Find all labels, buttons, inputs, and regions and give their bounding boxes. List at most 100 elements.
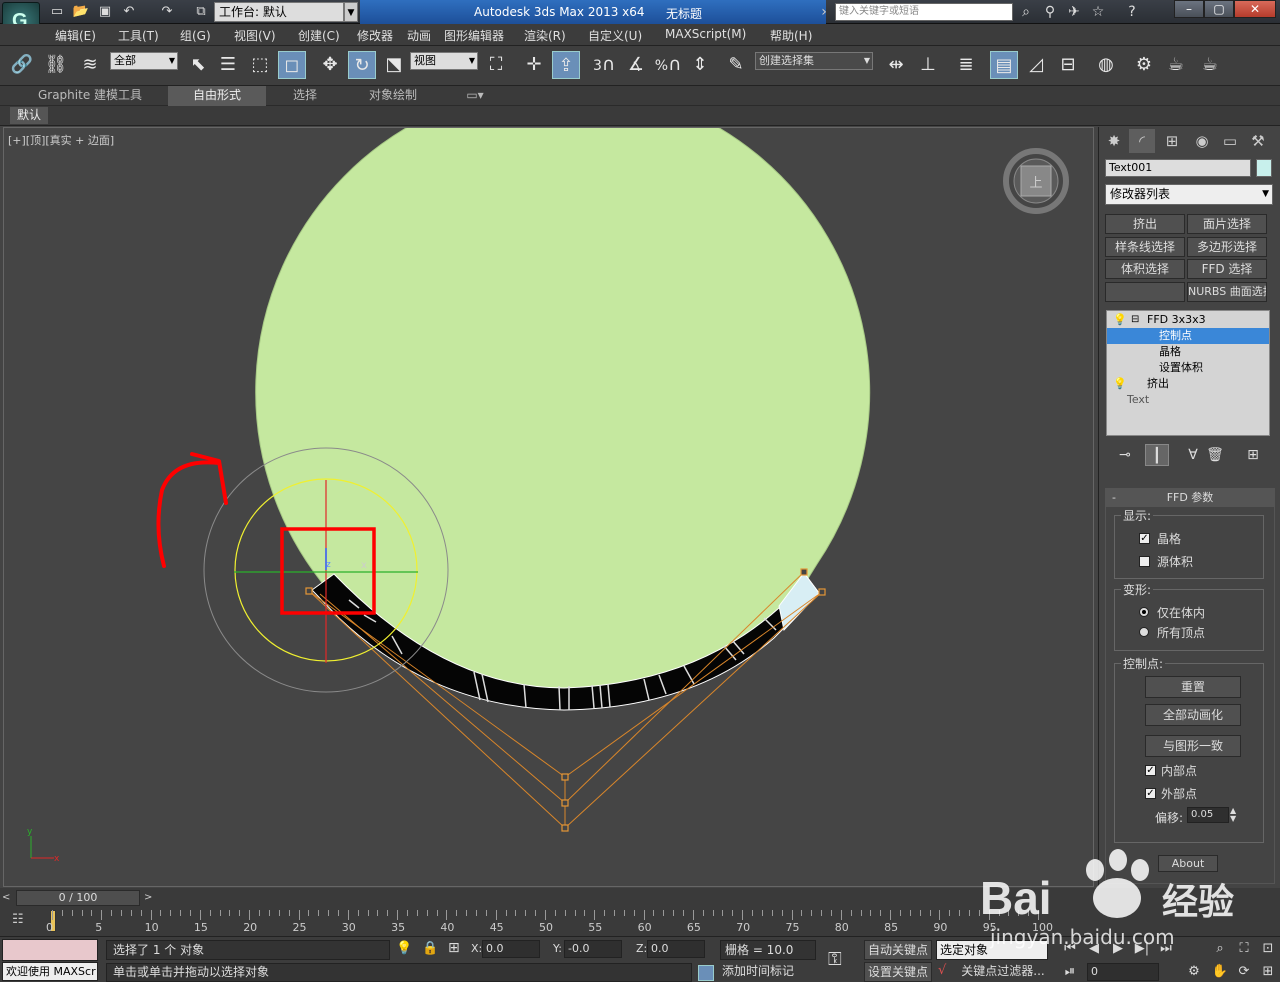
ribbon-default-button[interactable]: 默认 <box>10 107 48 124</box>
tab-freeform[interactable]: 自由形式 <box>168 86 266 106</box>
keyboard-shortcut-icon[interactable]: ⇪ <box>552 51 580 79</box>
animate-all-button[interactable]: 全部动画化 <box>1145 704 1241 726</box>
close-button[interactable]: ✕ <box>1234 0 1276 18</box>
all-vertices-radio[interactable] <box>1139 627 1149 637</box>
minimize-button[interactable]: – <box>1174 0 1204 18</box>
lock-icon[interactable]: 🔒 <box>422 941 438 956</box>
zoom-extents-icon[interactable]: ⛶ <box>1234 940 1254 958</box>
chevron-down-icon[interactable]: ▼ <box>344 2 358 22</box>
menu-modifiers[interactable]: 修改器 <box>357 27 393 44</box>
pin-stack-icon[interactable]: ⊸ <box>1113 444 1137 466</box>
prev-frame-arrow-icon[interactable]: < <box>2 890 14 906</box>
select-rotate-icon[interactable]: ↻ <box>348 51 376 79</box>
time-slider-thumb[interactable]: 0 / 100 <box>16 890 140 906</box>
project-folder-icon[interactable]: ⧉ <box>192 3 210 21</box>
save-file-icon[interactable]: ▣ <box>96 3 114 21</box>
outside-points-checkbox[interactable]: ✓ <box>1145 788 1156 799</box>
menu-customize[interactable]: 自定义(U) <box>588 27 642 44</box>
modifier-nurbs-select-button[interactable]: NURBS 曲面选择 <box>1187 282 1267 302</box>
key-filters-button[interactable]: 关键点过滤器... <box>956 962 1050 982</box>
key-selection-dropdown[interactable]: 选定对象 <box>936 940 1048 960</box>
ribbon-options-icon[interactable]: ▭▾ <box>460 86 490 106</box>
lightbulb-icon[interactable]: 💡 <box>1113 312 1127 328</box>
select-by-name-icon[interactable]: ☰ <box>214 51 242 79</box>
mini-curve-editor-icon[interactable]: ☷ <box>12 912 34 930</box>
menu-edit[interactable]: 编辑(E) <box>55 27 96 44</box>
time-config-icon[interactable]: ⚙ <box>1184 963 1204 981</box>
maxscript-mini-listener[interactable] <box>2 939 98 961</box>
about-button[interactable]: About <box>1158 855 1218 872</box>
auto-key-button[interactable]: 自动关键点 <box>864 940 932 960</box>
inside-volume-radio[interactable] <box>1139 607 1149 617</box>
modifier-extrude-button[interactable]: 挤出 <box>1105 214 1185 234</box>
modifier-vol-select-button[interactable]: 体积选择 <box>1105 259 1185 279</box>
y-coordinate-field[interactable]: -0.0 <box>564 940 622 958</box>
reset-button[interactable]: 重置 <box>1145 676 1241 698</box>
graphite-toggle-icon[interactable]: ▤ <box>990 51 1018 79</box>
make-unique-icon[interactable]: ∀ <box>1181 444 1205 466</box>
stack-item-text[interactable]: Text <box>1107 392 1269 408</box>
reference-coordinate-dropdown[interactable]: 视图 <box>410 52 478 70</box>
unlink-icon[interactable]: ⛓ <box>42 51 70 79</box>
binoculars-icon[interactable]: ⌕ <box>1016 3 1036 21</box>
menu-maxscript[interactable]: MAXScript(M) <box>665 27 746 41</box>
menu-group[interactable]: 组(G) <box>180 27 211 44</box>
menu-animation[interactable]: 动画 <box>407 27 431 44</box>
select-object-icon[interactable]: ⬉ <box>184 51 212 79</box>
open-file-icon[interactable]: 📂 <box>72 3 90 21</box>
menu-tools[interactable]: 工具(T) <box>118 27 159 44</box>
add-time-tag-button[interactable]: 添加时间标记 <box>718 963 818 982</box>
motion-tab-icon[interactable]: ◉ <box>1189 129 1215 153</box>
stack-item-control-points[interactable]: 控制点 <box>1107 328 1269 344</box>
play-icon[interactable]: ▶ <box>1108 940 1128 958</box>
modifier-patch-select-button[interactable]: 面片选择 <box>1187 214 1267 234</box>
offset-spinner[interactable]: 0.05 <box>1187 807 1229 823</box>
modifier-spline-select-button[interactable]: 样条线选择 <box>1105 237 1185 257</box>
selection-filter-dropdown[interactable]: 全部 <box>110 52 178 70</box>
render-setup-icon[interactable]: ⚙ <box>1130 51 1158 79</box>
isolate-icon[interactable]: 💡 <box>396 941 412 956</box>
menu-create[interactable]: 创建(C) <box>298 27 340 44</box>
modify-tab-icon[interactable]: ◜ <box>1129 129 1155 153</box>
next-frame-icon[interactable]: ▶| <box>1132 940 1152 958</box>
communication-icon[interactable]: ✈ <box>1064 3 1084 21</box>
named-selection-sets-dropdown[interactable]: 创建选择集 <box>755 52 873 70</box>
absolute-mode-icon[interactable]: ⊞ <box>448 940 460 956</box>
bind-space-warp-icon[interactable]: ≋ <box>76 51 104 79</box>
redo-icon[interactable]: ↷ <box>158 3 176 21</box>
show-end-result-icon[interactable]: ┃ <box>1145 444 1169 466</box>
maxscript-welcome[interactable]: 欢迎使用 MAXScr <box>2 962 98 981</box>
stack-item-lattice[interactable]: 晶格 <box>1107 344 1269 360</box>
select-scale-icon[interactable]: ⬔ <box>380 51 408 79</box>
rendered-frame-icon[interactable]: ☕ <box>1162 51 1190 79</box>
chevron-right-icon[interactable]: › <box>814 3 834 21</box>
angle-snap-icon[interactable]: ∡ <box>622 51 650 79</box>
schematic-view-icon[interactable]: ⊟ <box>1054 51 1082 79</box>
edit-named-selection-icon[interactable]: ✎ <box>722 51 750 79</box>
rollout-header[interactable]: - FFD 参数 <box>1106 489 1274 507</box>
conform-to-shape-button[interactable]: 与图形一致 <box>1145 735 1241 757</box>
current-frame-field[interactable]: 0 <box>1087 963 1159 981</box>
manipulate-icon[interactable]: ✛ <box>520 51 548 79</box>
layer-manager-icon[interactable]: ≣ <box>952 51 980 79</box>
viewport-top[interactable]: [+][顶][真实 + 边面] 上 z x y x <box>3 127 1094 887</box>
display-tab-icon[interactable]: ▭ <box>1217 129 1243 153</box>
modifier-empty-button[interactable] <box>1105 282 1185 302</box>
x-coordinate-field[interactable]: 0.0 <box>482 940 540 958</box>
tab-object-paint[interactable]: 对象绘制 <box>358 86 428 106</box>
new-file-icon[interactable]: ▭ <box>48 3 66 21</box>
set-key-button[interactable]: 设置关键点 <box>864 962 932 982</box>
time-slider[interactable]: < 0 / 100 > <box>0 888 1280 908</box>
workspace-dropdown[interactable]: 工作台: 默认 <box>214 2 344 22</box>
key-mode-icon[interactable]: ⏯ <box>1060 963 1080 981</box>
maximize-viewport-icon[interactable]: ⊞ <box>1258 963 1278 981</box>
pan-icon[interactable]: ✋ <box>1210 963 1230 981</box>
orbit-icon[interactable]: ⟳ <box>1234 963 1254 981</box>
undo-icon[interactable]: ↶ <box>120 3 138 21</box>
zoom-icon[interactable]: ⌕ <box>1210 940 1230 958</box>
modifier-poly-select-button[interactable]: 多边形选择 <box>1187 237 1267 257</box>
menu-help[interactable]: 帮助(H) <box>770 27 812 44</box>
lattice-checkbox[interactable]: ✓ <box>1139 533 1150 544</box>
track-bar[interactable]: ☷ 0 5 10 15 20 25 30 35 40 45 50 55 60 65 70 75 80 85 90 95… <box>0 908 1280 936</box>
remove-modifier-icon[interactable]: 🗑 <box>1203 444 1227 466</box>
